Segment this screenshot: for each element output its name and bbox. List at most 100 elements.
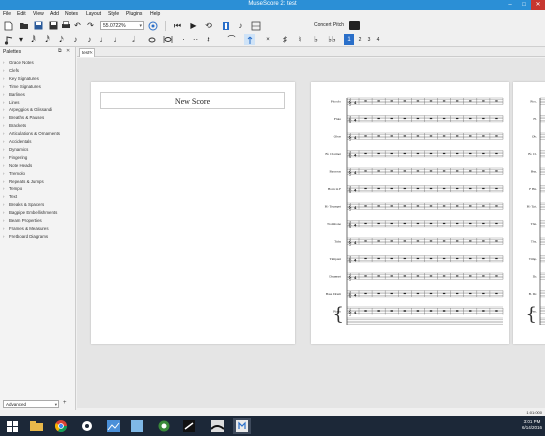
app-icon[interactable]	[208, 418, 226, 434]
double-flat-icon[interactable]: ♭♭	[327, 34, 337, 45]
menu-style[interactable]: Style	[108, 11, 119, 17]
duration-quarter-selected-icon[interactable]: ♩	[112, 34, 123, 45]
open-folder-icon[interactable]	[18, 20, 29, 31]
whole-rest	[469, 275, 472, 277]
new-score-icon[interactable]	[3, 20, 14, 31]
close-button[interactable]: ✕	[531, 0, 545, 10]
duration-eighth-icon[interactable]: ♪	[70, 34, 81, 45]
system-tray-clock[interactable]: 3:01 PM 6/14/2016	[522, 419, 542, 431]
workspace-select[interactable]: Advanced ▾	[3, 400, 59, 408]
menu-notes[interactable]: Notes	[65, 11, 78, 17]
flat-icon[interactable]: ♭	[312, 34, 320, 45]
menu-file[interactable]: File	[3, 11, 11, 17]
duration-quarter-icon[interactable]: ♩	[98, 34, 109, 45]
app-icon[interactable]	[78, 418, 96, 434]
menu-layout[interactable]: Layout	[86, 11, 101, 17]
sharp-icon[interactable]: ♯	[281, 34, 289, 45]
palette-item[interactable]: › Time Signatures	[3, 84, 41, 89]
voice-3-button[interactable]: 3	[365, 34, 373, 45]
toggle-double-flat-icon[interactable]: ×	[264, 34, 272, 45]
whole-rest	[416, 135, 420, 137]
palette-item[interactable]: › Dynamics	[3, 147, 28, 152]
duration-32nd-icon[interactable]: 𝅘𝅥𝅰	[42, 34, 53, 45]
undock-icon[interactable]: ⧉	[58, 48, 62, 54]
metronome-icon[interactable]: ♪	[235, 20, 246, 31]
minimize-button[interactable]: –	[503, 0, 517, 10]
app-icon[interactable]	[128, 418, 146, 434]
app-icon[interactable]	[180, 418, 198, 434]
palette-item[interactable]: › Barlines	[3, 92, 25, 97]
score-canvas[interactable]: New Score Piccolo 𝄞 4 Flute 𝄞 4 Oboe 𝄞 4 B♭ Clari…	[77, 58, 545, 408]
palette-item[interactable]: › Tempo	[3, 186, 22, 191]
palette-item[interactable]: › Key Signatures	[3, 76, 39, 81]
navigator-icon[interactable]	[147, 20, 159, 31]
palette-item[interactable]: › Text	[3, 194, 17, 199]
chevron-down-icon[interactable]: ▾	[17, 34, 25, 45]
palette-item[interactable]: › Tremolo	[3, 171, 25, 176]
title-frame[interactable]: New Score	[100, 92, 285, 109]
app-icon[interactable]	[155, 418, 173, 434]
concert-pitch-toggle[interactable]	[349, 21, 360, 30]
duration-whole-icon[interactable]	[146, 34, 157, 45]
flip-direction-icon[interactable]	[244, 34, 255, 45]
palette-item[interactable]: › Lines	[3, 100, 20, 105]
palette-item[interactable]: › Articulations & Ornaments	[3, 131, 60, 136]
palette-item[interactable]: › Fretboard Diagrams	[3, 234, 48, 239]
play-icon[interactable]: ▶	[188, 20, 199, 31]
palette-item[interactable]: › Bagpipe Embellishments	[3, 210, 57, 215]
save-icon[interactable]	[33, 20, 44, 31]
menu-help[interactable]: Help	[150, 11, 160, 17]
print-icon[interactable]	[60, 20, 71, 31]
voice-2-button[interactable]: 2	[356, 34, 364, 45]
palette-item[interactable]: › Fingering	[3, 155, 27, 160]
palette-item[interactable]: › Frames & Measures	[3, 226, 49, 231]
tie-icon[interactable]: ⌒	[226, 34, 237, 45]
duration-16th-icon[interactable]: 𝅘𝅥𝅯	[56, 34, 67, 45]
rest-icon[interactable]: 𝄽	[203, 34, 214, 45]
chrome-icon[interactable]	[52, 418, 70, 434]
app-icon[interactable]	[104, 418, 122, 434]
whole-rest	[416, 275, 420, 277]
augmentation-dot-icon[interactable]: ·	[178, 34, 189, 45]
menu-plugins[interactable]: Plugins	[126, 11, 142, 17]
loop-icon[interactable]: ⟲	[203, 20, 214, 31]
loop-in-icon[interactable]	[220, 20, 231, 31]
zoom-select[interactable]: 55.0722% ▾	[100, 21, 144, 30]
file-explorer-icon[interactable]	[27, 418, 45, 434]
voice-1-button[interactable]: 1	[344, 34, 354, 45]
tray-date: 6/14/2016	[521, 425, 542, 430]
natural-icon[interactable]: ♮	[296, 34, 304, 45]
tab-test[interactable]: test* ✕	[79, 48, 95, 57]
palette-item[interactable]: › Accidentals	[3, 139, 31, 144]
palette-item[interactable]: › Breaks & Spacers	[3, 202, 44, 207]
pan-score-icon[interactable]	[250, 20, 261, 31]
palette-item[interactable]: › Repeats & Jumps	[3, 179, 44, 184]
double-dot-icon[interactable]: ··	[190, 34, 201, 45]
duration-half-icon[interactable]: 𝅗𝅥	[128, 34, 139, 45]
palette-item[interactable]: › Breaths & Pauses	[3, 115, 44, 120]
palette-item[interactable]: › Clefs	[3, 68, 19, 73]
palette-item[interactable]: › Grace Notes	[3, 60, 34, 65]
menu-add[interactable]: Add	[50, 11, 59, 17]
musescore-icon[interactable]	[233, 418, 251, 434]
palette-item[interactable]: › Beam Properties	[3, 218, 42, 223]
add-workspace-icon[interactable]: +	[63, 400, 67, 406]
duration-breve-icon[interactable]	[162, 34, 173, 45]
windows-start-icon[interactable]	[3, 418, 21, 434]
voice-4-button[interactable]: 4	[374, 34, 382, 45]
menu-edit[interactable]: Edit	[17, 11, 26, 17]
duration-eighth-icon[interactable]: ♪	[84, 34, 95, 45]
rewind-icon[interactable]: ⏮	[172, 20, 183, 31]
duration-64th-icon[interactable]: 𝅘𝅥𝅱	[28, 34, 39, 45]
save-as-icon[interactable]	[48, 20, 59, 31]
maximize-button[interactable]: □	[517, 0, 531, 10]
palette-item[interactable]: › Arpeggios & Glissandi	[3, 107, 52, 112]
undo-icon[interactable]: ↶	[72, 20, 83, 31]
note-input-mode-icon[interactable]	[3, 34, 14, 45]
close-icon[interactable]: ✕	[66, 48, 70, 54]
close-icon[interactable]: ✕	[90, 49, 93, 57]
palette-item[interactable]: › Brackets	[3, 123, 26, 128]
redo-icon[interactable]: ↷	[85, 20, 96, 31]
palette-item[interactable]: › Note Heads	[3, 163, 32, 168]
menu-view[interactable]: View	[33, 11, 44, 17]
